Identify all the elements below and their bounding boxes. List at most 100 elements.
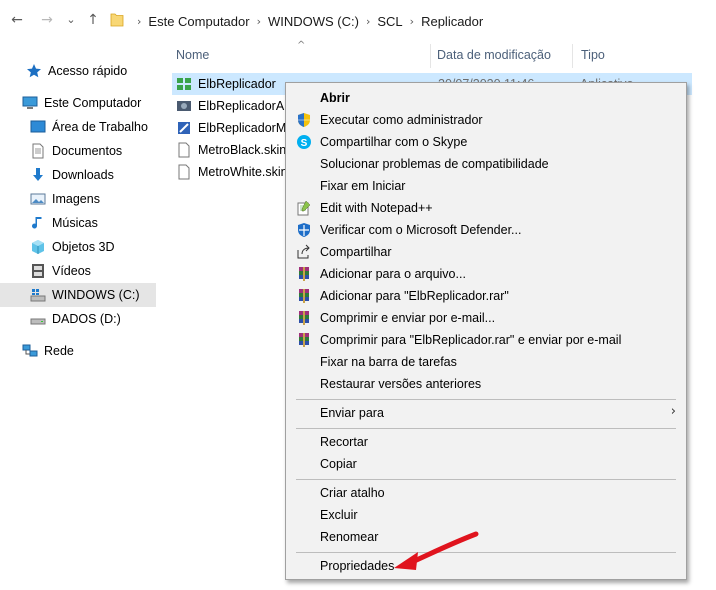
menu-item-comprimir-rar-email[interactable]: Comprimir para "ElbReplicador.rar" e env… xyxy=(286,329,686,351)
sidebar-item-area-de-trabalho[interactable]: Área de Trabalho xyxy=(0,115,186,139)
column-header-data[interactable]: Data de modificação xyxy=(437,48,551,62)
breadcrumb-replicador[interactable]: Replicador xyxy=(421,14,483,29)
sidebar-item-este-computador[interactable]: Este Computador xyxy=(0,91,178,115)
app-icon xyxy=(178,122,190,134)
winrar-icon xyxy=(299,333,309,347)
sidebar-item-imagens[interactable]: Imagens xyxy=(0,187,186,211)
sidebar-item-label: Rede xyxy=(44,344,74,358)
menu-item-label: Restaurar versões anteriores xyxy=(320,377,482,391)
sidebar-item-label: Documentos xyxy=(52,144,123,158)
breadcrumb-windows-c[interactable]: WINDOWS (C:) xyxy=(268,14,359,29)
menu-item-compartilhar[interactable]: Compartilhar xyxy=(286,241,686,263)
breadcrumb-separator[interactable]: › xyxy=(410,15,414,28)
menu-item-adicionar-arquivo[interactable]: Adicionar para o arquivo... xyxy=(286,263,686,285)
blank-file-icon xyxy=(178,142,190,158)
menu-item-fixar-em-iniciar[interactable]: Fixar em Iniciar xyxy=(286,175,686,197)
back-button[interactable]: ← xyxy=(8,10,26,30)
app-icon xyxy=(177,101,191,111)
download-arrow-icon xyxy=(33,168,43,181)
menu-item-criar-atalho[interactable]: Criar atalho xyxy=(286,482,686,504)
sidebar-item-label: Downloads xyxy=(52,168,114,182)
chevron-right-icon: › xyxy=(670,404,676,419)
sidebar-item-windows-c[interactable]: WINDOWS (C:) xyxy=(0,283,156,307)
winrar-icon xyxy=(299,267,309,281)
up-button[interactable]: ↑ xyxy=(84,10,102,30)
sidebar-item-label: Vídeos xyxy=(52,264,91,278)
recent-locations-button[interactable]: ⌄ xyxy=(62,10,80,30)
sidebar-item-downloads[interactable]: Downloads xyxy=(0,163,186,187)
annotation-arrow-icon xyxy=(394,531,479,570)
menu-separator xyxy=(296,479,676,480)
sidebar-item-label: WINDOWS (C:) xyxy=(52,288,140,302)
menu-item-label: Criar atalho xyxy=(320,486,385,500)
drive-icon xyxy=(30,318,46,325)
menu-item-abrir[interactable]: Abrir xyxy=(286,87,686,109)
sidebar-item-acesso-rapido[interactable]: Acesso rápido xyxy=(0,59,182,83)
film-strip-icon xyxy=(32,264,44,278)
breadcrumb-separator[interactable]: › xyxy=(257,15,261,28)
file-name: MetroBlack.skinn xyxy=(198,143,294,157)
breadcrumb-este-computador[interactable]: Este Computador xyxy=(148,14,249,29)
menu-item-label: Compartilhar com o Skype xyxy=(320,135,468,149)
column-divider[interactable] xyxy=(572,44,573,68)
menu-item-label: Executar como administrador xyxy=(320,113,483,127)
sidebar-item-dados-d[interactable]: DADOS (D:) xyxy=(0,307,186,331)
menu-item-adicionar-rar[interactable]: Adicionar para "ElbReplicador.rar" xyxy=(286,285,686,307)
menu-item-label: Renomear xyxy=(320,530,379,544)
sidebar-item-label: Imagens xyxy=(52,192,100,206)
menu-item-solucionar-compatibilidade[interactable]: Solucionar problemas de compatibilidade xyxy=(286,153,686,175)
breadcrumb-separator: › xyxy=(137,14,142,28)
menu-item-fixar-barra-tarefas[interactable]: Fixar na barra de tarefas xyxy=(286,351,686,373)
defender-icon xyxy=(298,223,310,237)
skype-icon: S xyxy=(297,135,311,149)
share-icon xyxy=(297,244,310,259)
menu-item-label: Fixar na barra de tarefas xyxy=(320,355,457,369)
menu-item-executar-como-administrador[interactable]: Executar como administrador xyxy=(286,109,686,131)
menu-item-verificar-defender[interactable]: Verificar com o Microsoft Defender... xyxy=(286,219,686,241)
menu-item-label: Comprimir e enviar por e-mail... xyxy=(320,311,496,325)
file-name: ElbReplicador xyxy=(198,77,276,91)
column-header-nome[interactable]: Nome xyxy=(176,48,209,62)
menu-item-compartilhar-skype[interactable]: S Compartilhar com o Skype xyxy=(286,131,686,153)
folder-icon xyxy=(110,13,124,27)
column-divider[interactable] xyxy=(430,44,431,68)
star-icon xyxy=(27,64,41,78)
sidebar-item-objetos-3d[interactable]: Objetos 3D xyxy=(0,235,186,259)
sidebar-item-label: DADOS (D:) xyxy=(52,312,121,326)
notepadpp-icon xyxy=(297,200,311,216)
breadcrumb-separator[interactable]: › xyxy=(366,15,370,28)
menu-item-enviar-para[interactable]: Enviar para › xyxy=(286,402,686,424)
file-name: MetroWhite.skinn xyxy=(198,165,295,179)
menu-item-label: Enviar para xyxy=(320,406,384,420)
menu-item-copiar[interactable]: Copiar xyxy=(286,453,686,475)
menu-item-label: Compartilhar xyxy=(320,245,392,259)
menu-item-recortar[interactable]: Recortar xyxy=(286,431,686,453)
desktop-icon xyxy=(30,120,46,133)
sidebar-item-label: Área de Trabalho xyxy=(52,120,148,134)
sidebar-item-musicas[interactable]: Músicas xyxy=(0,211,186,235)
menu-item-restaurar-versoes[interactable]: Restaurar versões anteriores xyxy=(286,373,686,395)
menu-separator xyxy=(296,428,676,429)
forward-button[interactable]: → xyxy=(38,10,56,30)
navigation-pane: Acesso rápido Este Computador Área de Tr… xyxy=(0,40,158,590)
breadcrumb-scl[interactable]: SCL xyxy=(377,14,402,29)
breadcrumb: › Este Computador › WINDOWS (C:) › SCL ›… xyxy=(130,12,483,30)
menu-item-comprimir-email[interactable]: Comprimir e enviar por e-mail... xyxy=(286,307,686,329)
menu-item-label: Fixar em Iniciar xyxy=(320,179,406,193)
winrar-icon xyxy=(299,311,309,325)
sidebar-item-videos[interactable]: Vídeos xyxy=(0,259,186,283)
menu-item-label: Verificar com o Microsoft Defender... xyxy=(320,223,522,237)
app-grid-icon xyxy=(177,78,191,90)
menu-item-label: Copiar xyxy=(320,457,357,471)
svg-text:S: S xyxy=(301,138,308,149)
column-header-tipo[interactable]: Tipo xyxy=(581,48,605,62)
network-icon xyxy=(22,344,38,357)
menu-item-label: Comprimir para "ElbReplicador.rar" e env… xyxy=(320,333,622,347)
sidebar-item-documentos[interactable]: Documentos xyxy=(0,139,186,163)
sidebar-item-label: Músicas xyxy=(52,216,98,230)
context-menu: Abrir Executar como administrador S Comp… xyxy=(285,82,687,580)
sidebar-item-label: Objetos 3D xyxy=(52,240,115,254)
sidebar-item-rede[interactable]: Rede xyxy=(0,339,178,363)
menu-item-edit-notepadpp[interactable]: Edit with Notepad++ xyxy=(286,197,686,219)
documents-icon xyxy=(32,143,44,159)
